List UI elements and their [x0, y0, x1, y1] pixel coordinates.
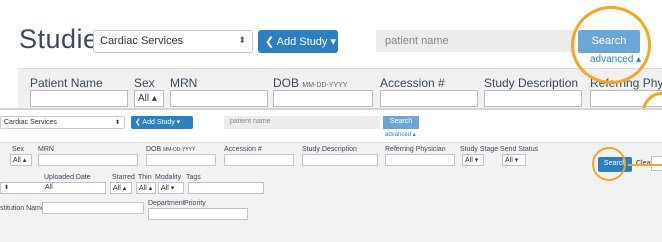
uploaded-date-value: All: [45, 184, 53, 191]
patient-name-label: Patient Name: [30, 76, 103, 90]
institution-name-field[interactable]: [42, 202, 144, 214]
send-status-select[interactable]: All ▾: [502, 154, 526, 166]
select-arrows-icon: ⬍: [238, 35, 246, 45]
study-description-label: Study Description: [484, 76, 579, 90]
dob-field[interactable]: [146, 154, 216, 166]
study-stage-select[interactable]: All ▾: [462, 154, 484, 166]
dob-label: DOB MM-DD-YYYY: [146, 146, 195, 153]
dob-format-hint: MM-DD-YYYY: [163, 147, 196, 153]
sex-select[interactable]: All ▴: [10, 154, 32, 166]
advanced-search-link[interactable]: advanced ▴: [385, 131, 416, 138]
dob-label-text: DOB: [146, 146, 162, 153]
tags-field[interactable]: [188, 182, 264, 194]
thin-select[interactable]: All ▴: [136, 182, 156, 194]
select-arrows-icon: ⬍: [114, 120, 120, 126]
add-study-button[interactable]: ❮ Add Study ▾: [258, 30, 338, 53]
service-select[interactable]: Cardiac Services ⬍: [0, 116, 125, 129]
dob-format-hint: MM-DD-YYYY: [302, 82, 348, 89]
dob-field[interactable]: [273, 90, 373, 107]
referring-physician-label: Referring Physician: [385, 146, 446, 153]
modality-label: Modality: [155, 174, 182, 181]
sex-select[interactable]: All ▴: [134, 90, 164, 107]
search-highlight-circle: [571, 6, 651, 84]
patient-name-field[interactable]: [30, 90, 128, 107]
study-stage-label: Study Stage: [460, 146, 499, 153]
sex-label: Sex: [12, 146, 25, 153]
institution-name-label: stitution Name: [0, 205, 45, 212]
mrn-label: MRN: [170, 76, 198, 90]
search-highlight-circle: [592, 147, 626, 181]
study-description-field[interactable]: [302, 154, 378, 166]
department-label: Department: [148, 200, 185, 207]
service-select[interactable]: Cardiac Services ⬍: [93, 30, 253, 53]
search-button[interactable]: Search: [383, 116, 419, 129]
priority-label: Priority: [184, 200, 206, 207]
sex-label: Sex: [134, 76, 155, 90]
mrn-label: MRN: [38, 146, 54, 153]
full-search-panel: Cardiac Services ⬍ ❮ Add Study ▾ patient…: [0, 110, 662, 242]
study-description-field[interactable]: [484, 90, 582, 107]
mrn-field[interactable]: [38, 154, 138, 166]
service-select-value: Cardiac Services: [4, 119, 57, 126]
department-field[interactable]: [148, 208, 248, 220]
study-description-label: Study Description: [302, 146, 357, 153]
modality-select[interactable]: All ▾: [158, 182, 184, 194]
patient-search-input[interactable]: patient name: [224, 116, 380, 129]
uploaded-date-select[interactable]: ⬍ All: [0, 182, 106, 194]
accession-label: Accession #: [380, 76, 445, 90]
service-select-value: Cardiac Services: [100, 35, 184, 47]
zoomed-header-panel: Studies Cardiac Services ⬍ ❮ Add Study ▾…: [0, 0, 662, 108]
tags-label: Tags: [186, 174, 201, 181]
starred-select[interactable]: All ▴: [110, 182, 132, 194]
highlight-connector-line: [628, 164, 662, 166]
dob-label: DOB MM-DD-YYYY: [273, 76, 347, 90]
starred-label: Starred: [112, 174, 135, 181]
select-arrows-icon: ⬍: [4, 185, 10, 191]
accession-field[interactable]: [224, 154, 294, 166]
send-status-label: Send Status: [500, 146, 539, 153]
referring-physician-field[interactable]: [385, 154, 455, 166]
mrn-field[interactable]: [170, 90, 268, 107]
add-study-button[interactable]: ❮ Add Study ▾: [131, 116, 193, 129]
accession-label: Accession #: [224, 146, 262, 153]
accession-field[interactable]: [380, 90, 478, 107]
uploaded-date-label: Uploaded Date: [44, 174, 91, 181]
dob-label-text: DOB: [273, 76, 300, 90]
patient-search-input[interactable]: patient name: [376, 30, 576, 52]
thin-label: Thin: [138, 174, 152, 181]
